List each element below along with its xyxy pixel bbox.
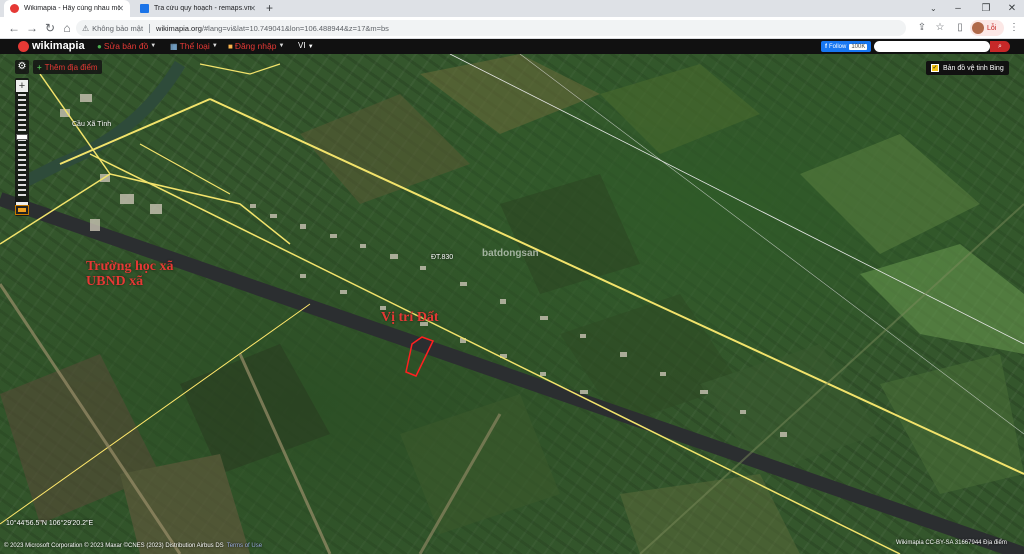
wikimapia-top-bar: wikimapia ● Sửa bản đồ ▼ ▦ Thể loại ▼ ■ …	[0, 39, 1024, 54]
watermark-text: batdongsan	[482, 248, 539, 259]
minimize-icon[interactable]: –	[944, 0, 972, 17]
url-host: wikimapia.org	[156, 23, 202, 33]
caret-down-icon: ▼	[307, 44, 314, 50]
zoom-slider-track[interactable]	[18, 94, 26, 198]
copyright-notice: © 2023 Microsoft Corporation © 2023 Maxa…	[0, 540, 262, 552]
caret-down-icon: ▼	[278, 43, 285, 49]
follow-count: 100K	[849, 43, 868, 50]
forward-arrow-icon[interactable]: →	[24, 20, 40, 36]
menu-kebab-icon[interactable]: ⋮	[1006, 20, 1022, 36]
coordinate-readout: 10°44'56.5"N 106°29'20.2"E	[6, 520, 94, 527]
remaps-favicon-icon	[140, 4, 149, 13]
zoom-slider-thumb[interactable]	[16, 134, 28, 140]
caret-down-icon: ▼	[150, 43, 157, 49]
wikimapia-favicon-icon	[10, 4, 19, 13]
road-label[interactable]: ĐT.830	[431, 254, 453, 261]
menu-label: Thể loại	[179, 41, 210, 51]
browser-tab-strip: Wikimapia - Hãy cùng nhau mô tả ✕ Tra cứ…	[0, 0, 1024, 17]
share-icon[interactable]: ⇪	[914, 20, 930, 36]
facebook-follow-button[interactable]: f Follow 100K	[821, 41, 872, 52]
zoom-in-button[interactable]: +	[16, 80, 28, 92]
tab-wikimapia[interactable]: Wikimapia - Hãy cùng nhau mô tả ✕	[4, 0, 130, 17]
school-label-line2: UBND xã	[86, 274, 144, 289]
globe-icon: ●	[97, 41, 102, 51]
add-place-label: Thêm địa điểm	[44, 62, 98, 72]
tab-close-icon[interactable]: ✕	[249, 4, 256, 13]
satellite-map[interactable]: ⚙ + Thêm địa điểm + − ✓ Bản đồ vệ tinh B…	[0, 54, 1024, 554]
window-close-icon[interactable]: ✕	[998, 0, 1024, 17]
checkbox-checked-icon[interactable]: ✓	[931, 64, 939, 72]
lot-label: Vị trí Đất	[381, 310, 439, 325]
wikimapia-logo[interactable]: wikimapia	[18, 40, 85, 52]
warning-triangle-icon: ⚠	[82, 23, 90, 33]
follow-label: Follow	[829, 43, 847, 50]
bookmark-star-icon[interactable]: ☆	[932, 20, 948, 36]
satellite-toggle-label: Bản đồ vệ tinh Bing	[943, 64, 1004, 72]
tab-title: Wikimapia - Hãy cùng nhau mô tả	[24, 5, 120, 12]
terms-link[interactable]: Terms of Use	[227, 543, 262, 549]
back-arrow-icon[interactable]: ←	[6, 20, 22, 36]
facebook-icon: f	[825, 43, 827, 50]
tab-title: Tra cứu quy hoạch - remaps.vn	[154, 5, 252, 12]
layers-icon[interactable]	[15, 205, 29, 215]
menu-login[interactable]: ■ Đăng nhập ▼	[228, 41, 284, 51]
menu-label: Đăng nhập	[234, 41, 277, 51]
copyright-text: © 2023 Microsoft Corporation © 2023 Maxa…	[4, 543, 224, 549]
menu-categories[interactable]: ▦ Thể loại ▼	[170, 41, 218, 51]
new-tab-plus-icon[interactable]: +	[266, 1, 273, 15]
map-imagery	[0, 54, 1024, 554]
search-input[interactable]	[874, 41, 990, 52]
settings-gear-icon[interactable]: ⚙	[15, 60, 29, 74]
add-place-button[interactable]: + Thêm địa điểm	[33, 60, 102, 74]
avatar	[972, 22, 984, 34]
profile-button[interactable]: Lỗi	[970, 20, 1004, 36]
tab-close-icon[interactable]: ✕	[117, 4, 124, 13]
search-button[interactable]: ⌕	[990, 41, 1010, 52]
tab-search-chevron-icon[interactable]: ⌄	[930, 0, 937, 17]
side-panel-icon[interactable]: ▯	[952, 20, 968, 36]
browser-toolbar: ← → ↻ ⌂ ⚠ Không bảo mật wikimapia.org /#…	[0, 17, 1024, 39]
zoom-control[interactable]: + −	[15, 78, 29, 216]
caret-down-icon: ▼	[211, 43, 218, 49]
reload-icon[interactable]: ↻	[42, 20, 58, 36]
restore-icon[interactable]: ❐	[972, 0, 1000, 17]
school-label: Trường học xã UBND xã	[86, 259, 173, 289]
bridge-label[interactable]: Cầu Xã Tình	[72, 121, 111, 128]
plus-icon: +	[37, 62, 42, 72]
categories-icon: ▦	[170, 41, 178, 51]
school-label-line1: Trường học xã	[86, 259, 174, 274]
home-icon[interactable]: ⌂	[59, 20, 75, 36]
url-path: /#lang=vi&lat=10.749041&lon=106.488944&z…	[201, 23, 389, 33]
wikimapia-logo-icon	[18, 40, 29, 52]
user-icon: ■	[228, 41, 233, 51]
tab-remaps[interactable]: Tra cứu quy hoạch - remaps.vn ✕	[134, 0, 262, 17]
divider	[149, 23, 151, 33]
security-status: Không bảo mật	[92, 23, 144, 33]
menu-edit-map[interactable]: ● Sửa bản đồ ▼	[97, 41, 156, 51]
language-select[interactable]: VI ▼	[298, 41, 314, 50]
logo-text: wikimapia	[32, 40, 85, 52]
search-icon: ⌕	[998, 43, 1002, 50]
attribution-text: Wikimapia CC-BY-SA 31667944 Địa điểm	[896, 540, 1007, 546]
address-bar[interactable]: ⚠ Không bảo mật wikimapia.org /#lang=vi&…	[76, 20, 906, 36]
language-label: VI	[298, 41, 306, 50]
satellite-layer-toggle[interactable]: ✓ Bản đồ vệ tinh Bing	[926, 61, 1009, 75]
profile-label: Lỗi	[987, 24, 997, 32]
menu-label: Sửa bản đồ	[103, 41, 149, 51]
